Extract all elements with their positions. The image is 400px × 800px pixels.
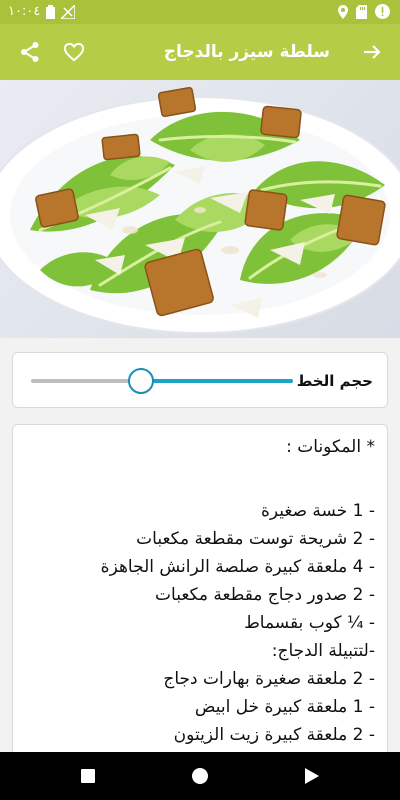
font-size-card: حجم الخط <box>12 352 388 408</box>
ingredient-item: - 4 ملعقة كبيرة صلصة الرانش الجاهزة <box>100 557 375 577</box>
recents-button[interactable] <box>68 760 108 792</box>
ingredients-list: - 1 خسة صغيرة - 2 شريحة توست مقطعة مكعبات… <box>101 497 375 749</box>
sd-card-icon <box>356 4 367 19</box>
no-signal-icon <box>61 5 76 19</box>
share-button[interactable] <box>10 32 50 72</box>
font-size-slider[interactable] <box>31 368 293 394</box>
ingredient-item: - 1 ملعقة كبيرة خل ابيض <box>194 697 375 717</box>
ingredient-item: - 2 ملعقة كبيرة زيت الزيتون <box>173 725 375 745</box>
back-triangle-icon <box>305 768 319 784</box>
home-circle-icon <box>192 768 208 784</box>
share-icon <box>21 42 39 62</box>
battery-icon <box>46 5 56 19</box>
heart-outline-icon <box>63 42 85 62</box>
ingredient-item: - ¼ كوب بقسماط <box>244 613 375 633</box>
salad-plate-illustration <box>0 86 400 334</box>
font-size-label: حجم الخط <box>296 372 373 390</box>
page-title: سلطة سيزر بالدجاج <box>163 42 330 62</box>
ingredient-item: - 2 شريحة توست مقطعة مكعبات <box>136 529 375 549</box>
home-button[interactable] <box>180 760 220 792</box>
status-icons-right <box>338 4 390 19</box>
navigation-bar <box>0 752 400 800</box>
ingredients-title: * المكونات : <box>286 437 375 457</box>
favorite-button[interactable] <box>54 32 94 72</box>
slider-thumb[interactable] <box>128 368 155 394</box>
status-icons-left: ١٠:٠٤ <box>8 4 76 20</box>
ingredients-card: * المكونات : - 1 خسة صغيرة - 2 شريحة توست… <box>12 424 388 764</box>
status-time: ١٠:٠٤ <box>8 4 41 19</box>
slider-fill <box>141 379 293 383</box>
location-icon <box>338 4 348 19</box>
ingredient-item: - 2 ملعقة صغيرة بهارات دجاج <box>163 669 375 689</box>
ingredient-item: - 1 خسة صغيرة <box>260 501 375 521</box>
nav-back-button[interactable] <box>292 760 332 792</box>
ingredient-item: -لتتبيلة الدجاج: <box>271 641 375 661</box>
ingredient-item: - 2 صدور دجاج مقطعة مكعبات <box>155 585 375 605</box>
recents-square-icon <box>81 769 95 783</box>
app-bar: سلطة سيزر بالدجاج <box>0 24 400 80</box>
recipe-image <box>0 80 400 338</box>
status-bar: ١٠:٠٤ <box>0 0 400 24</box>
arrow-forward-icon <box>364 45 381 59</box>
back-button[interactable] <box>352 32 392 72</box>
alert-circle-icon <box>375 4 390 19</box>
